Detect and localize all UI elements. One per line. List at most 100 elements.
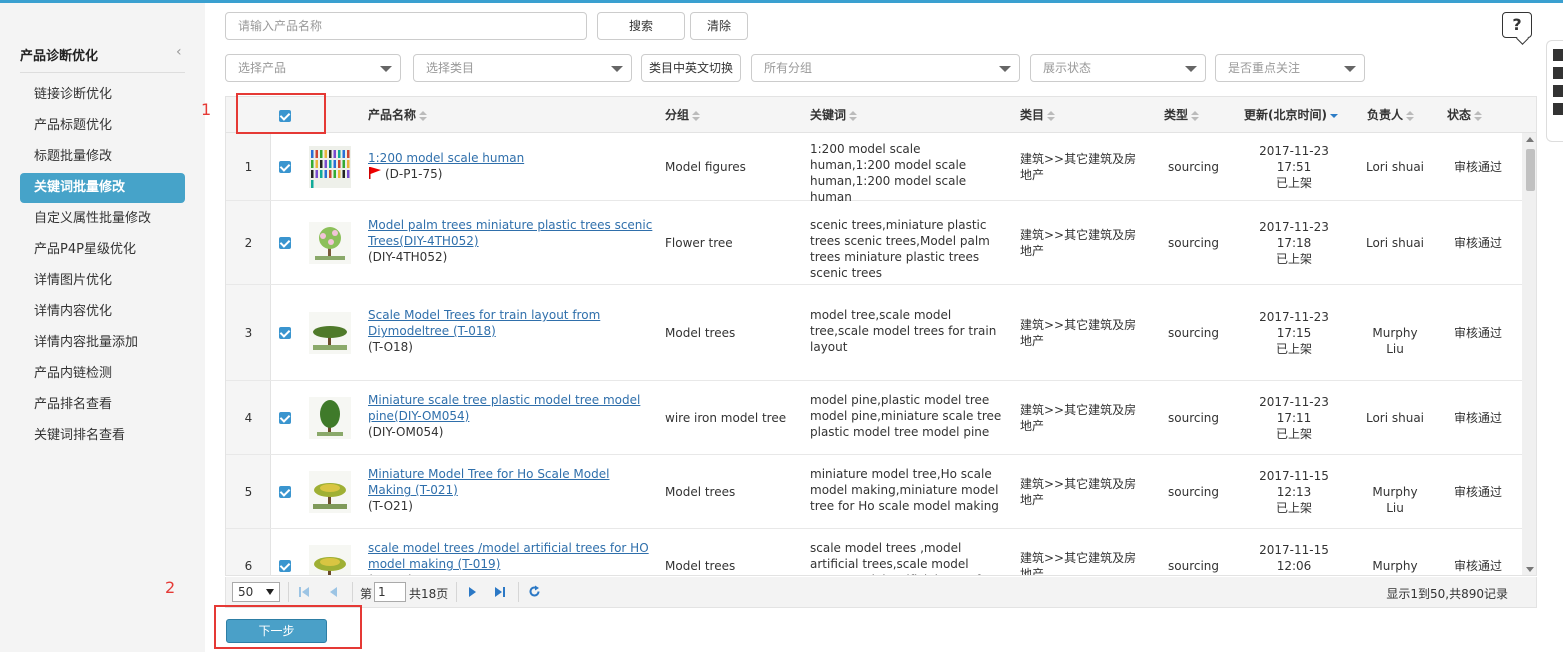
sidebar-item[interactable]: 标题批量修改 bbox=[20, 142, 185, 172]
table-row[interactable]: 3 Scale Model Trees for train layout from… bbox=[226, 285, 1522, 381]
row-checkbox[interactable] bbox=[279, 161, 291, 173]
product-thumbnail[interactable] bbox=[309, 471, 351, 513]
category-select-value: 选择类目 bbox=[426, 61, 475, 75]
help-icon[interactable]: ? bbox=[1502, 12, 1532, 38]
sidebar-item[interactable]: 详情图片优化 bbox=[20, 266, 185, 296]
updated-time: 17:18 bbox=[1276, 236, 1312, 250]
display-status-select[interactable]: 展示状态 bbox=[1030, 54, 1206, 82]
header-group[interactable]: 分组 bbox=[665, 97, 701, 133]
search-input[interactable]: 请输入产品名称 bbox=[225, 12, 587, 40]
header-updated[interactable]: 更新(北京时间) bbox=[1244, 97, 1338, 133]
first-page-icon[interactable] bbox=[298, 586, 310, 598]
sort-icon bbox=[1047, 110, 1056, 121]
updated-date: 2017-11-23 bbox=[1259, 395, 1329, 409]
refresh-icon[interactable] bbox=[528, 585, 541, 598]
category-cell: 建筑>>其它建筑及房地产 bbox=[1020, 477, 1137, 507]
sidebar-item[interactable]: 自定义属性批量修改 bbox=[20, 204, 185, 234]
product-select[interactable]: 选择产品 bbox=[225, 54, 401, 82]
group-cell: wire iron model tree bbox=[665, 411, 787, 425]
row-checkbox[interactable] bbox=[279, 560, 291, 572]
side-float-panel[interactable] bbox=[1546, 40, 1563, 142]
row-checkbox[interactable] bbox=[279, 412, 291, 424]
product-thumbnail[interactable] bbox=[309, 146, 351, 188]
category-select[interactable]: 选择类目 bbox=[413, 54, 632, 82]
chevron-down-icon bbox=[1344, 66, 1356, 72]
product-title-link[interactable]: Scale Model Trees for train layout from … bbox=[368, 308, 600, 338]
product-title-link[interactable]: Miniature Model Tree for Ho Scale Model … bbox=[368, 467, 609, 497]
product-code: (T-O18) bbox=[368, 340, 413, 354]
table-row[interactable]: 4 Miniature scale tree plastic model tree… bbox=[226, 381, 1522, 455]
table-row[interactable]: 1 1:200 model scale human (D-P1-75) Model f… bbox=[226, 133, 1522, 203]
row-number: 1 bbox=[244, 160, 253, 174]
focus-select[interactable]: 是否重点关注 bbox=[1215, 54, 1365, 82]
sidebar-item[interactable]: 关键词批量修改 bbox=[20, 173, 185, 203]
sidebar-item[interactable]: 产品排名查看 bbox=[20, 390, 185, 420]
lang-toggle-button[interactable]: 类目中英文切换 bbox=[641, 54, 741, 82]
product-table: 产品名称 分组 关键词 类目 类型 更新(北京时间) 负责人 状态 1 1:200… bbox=[225, 96, 1537, 576]
row-number: 4 bbox=[244, 411, 253, 425]
sidebar-item[interactable]: 产品P4P星级优化 bbox=[20, 235, 185, 265]
owner-cell: Murphy Liu bbox=[1372, 559, 1418, 573]
sidebar-divider bbox=[20, 72, 185, 73]
sidebar: 产品诊断优化 ‹ 链接诊断优化 产品标题优化 标题批量修改 关键词批量修改 自定义属性批… bbox=[0, 3, 205, 652]
sidebar-item[interactable]: 关键词排名查看 bbox=[20, 421, 185, 451]
next-page-icon[interactable] bbox=[466, 586, 478, 598]
sidebar-item[interactable]: 详情内容优化 bbox=[20, 297, 185, 327]
scroll-up-arrow-icon[interactable] bbox=[1526, 137, 1534, 142]
table-row[interactable]: 5 Miniature Model Tree for Ho Scale Model… bbox=[226, 455, 1522, 529]
sort-icon bbox=[1474, 110, 1483, 121]
row-checkbox[interactable] bbox=[279, 237, 291, 249]
search-button[interactable]: 搜索 bbox=[597, 12, 685, 40]
collapse-chevron-icon[interactable]: ‹ bbox=[176, 44, 182, 60]
listing-status: 已上架 bbox=[1275, 342, 1312, 356]
clear-button[interactable]: 清除 bbox=[690, 12, 748, 40]
page-size-select[interactable]: 50 bbox=[232, 582, 280, 602]
status-cell: 审核通过 bbox=[1454, 236, 1503, 250]
category-cell: 建筑>>其它建筑及房地产 bbox=[1020, 551, 1137, 576]
page-prefix: 第 bbox=[360, 587, 373, 601]
updated-time: 17:51 bbox=[1276, 160, 1312, 174]
table-scrollbar[interactable] bbox=[1522, 133, 1536, 575]
product-title-link[interactable]: 1:200 model scale human bbox=[368, 151, 524, 165]
prev-page-icon[interactable] bbox=[328, 586, 340, 598]
last-page-icon[interactable] bbox=[494, 586, 506, 598]
sort-icon bbox=[419, 110, 428, 121]
product-thumbnail[interactable] bbox=[309, 312, 351, 354]
sort-icon bbox=[1406, 110, 1415, 121]
sidebar-item[interactable]: 链接诊断优化 bbox=[20, 80, 185, 110]
owner-cell: Lori shuai bbox=[1365, 411, 1425, 425]
header-type[interactable]: 类型 bbox=[1164, 97, 1200, 133]
status-cell: 审核通过 bbox=[1454, 411, 1503, 425]
row-checkbox[interactable] bbox=[279, 327, 291, 339]
page-number-input[interactable]: 1 bbox=[374, 582, 406, 602]
table-row[interactable]: 6 scale model trees /model artificial tre… bbox=[226, 529, 1522, 576]
product-title-link[interactable]: scale model trees /model artificial tree… bbox=[368, 541, 649, 571]
listing-status: 已上架 bbox=[1275, 427, 1312, 441]
row-checkbox[interactable] bbox=[279, 486, 291, 498]
header-owner[interactable]: 负责人 bbox=[1367, 97, 1415, 133]
scroll-down-arrow-icon[interactable] bbox=[1526, 567, 1534, 572]
product-thumbnail[interactable] bbox=[309, 397, 351, 439]
header-status[interactable]: 状态 bbox=[1447, 97, 1483, 133]
scrollbar-thumb[interactable] bbox=[1526, 149, 1535, 191]
listing-status: 已上架 bbox=[1275, 176, 1312, 190]
group-cell: Model trees bbox=[665, 559, 736, 573]
row-number: 2 bbox=[244, 236, 253, 250]
sidebar-item[interactable]: 产品内链检测 bbox=[20, 359, 185, 389]
type-cell: sourcing bbox=[1168, 236, 1220, 250]
product-title-link[interactable]: Model palm trees miniature plastic trees… bbox=[368, 218, 652, 248]
group-select[interactable]: 所有分组 bbox=[751, 54, 1020, 82]
header-name[interactable]: 产品名称 bbox=[368, 97, 428, 133]
sidebar-item[interactable]: 详情内容批量添加 bbox=[20, 328, 185, 358]
top-accent-bar bbox=[0, 0, 1563, 3]
header-keywords[interactable]: 关键词 bbox=[810, 97, 858, 133]
product-title-link[interactable]: Miniature scale tree plastic model tree … bbox=[368, 393, 640, 423]
focus-select-value: 是否重点关注 bbox=[1228, 61, 1301, 75]
header-category[interactable]: 类目 bbox=[1020, 97, 1056, 133]
product-thumbnail[interactable] bbox=[309, 545, 351, 575]
product-thumbnail[interactable] bbox=[309, 222, 351, 264]
sort-icon bbox=[1191, 110, 1200, 121]
chevron-down-icon bbox=[1185, 66, 1197, 72]
sidebar-item[interactable]: 产品标题优化 bbox=[20, 111, 185, 141]
table-row[interactable]: 2 Model palm trees miniature plastic tree… bbox=[226, 201, 1522, 285]
